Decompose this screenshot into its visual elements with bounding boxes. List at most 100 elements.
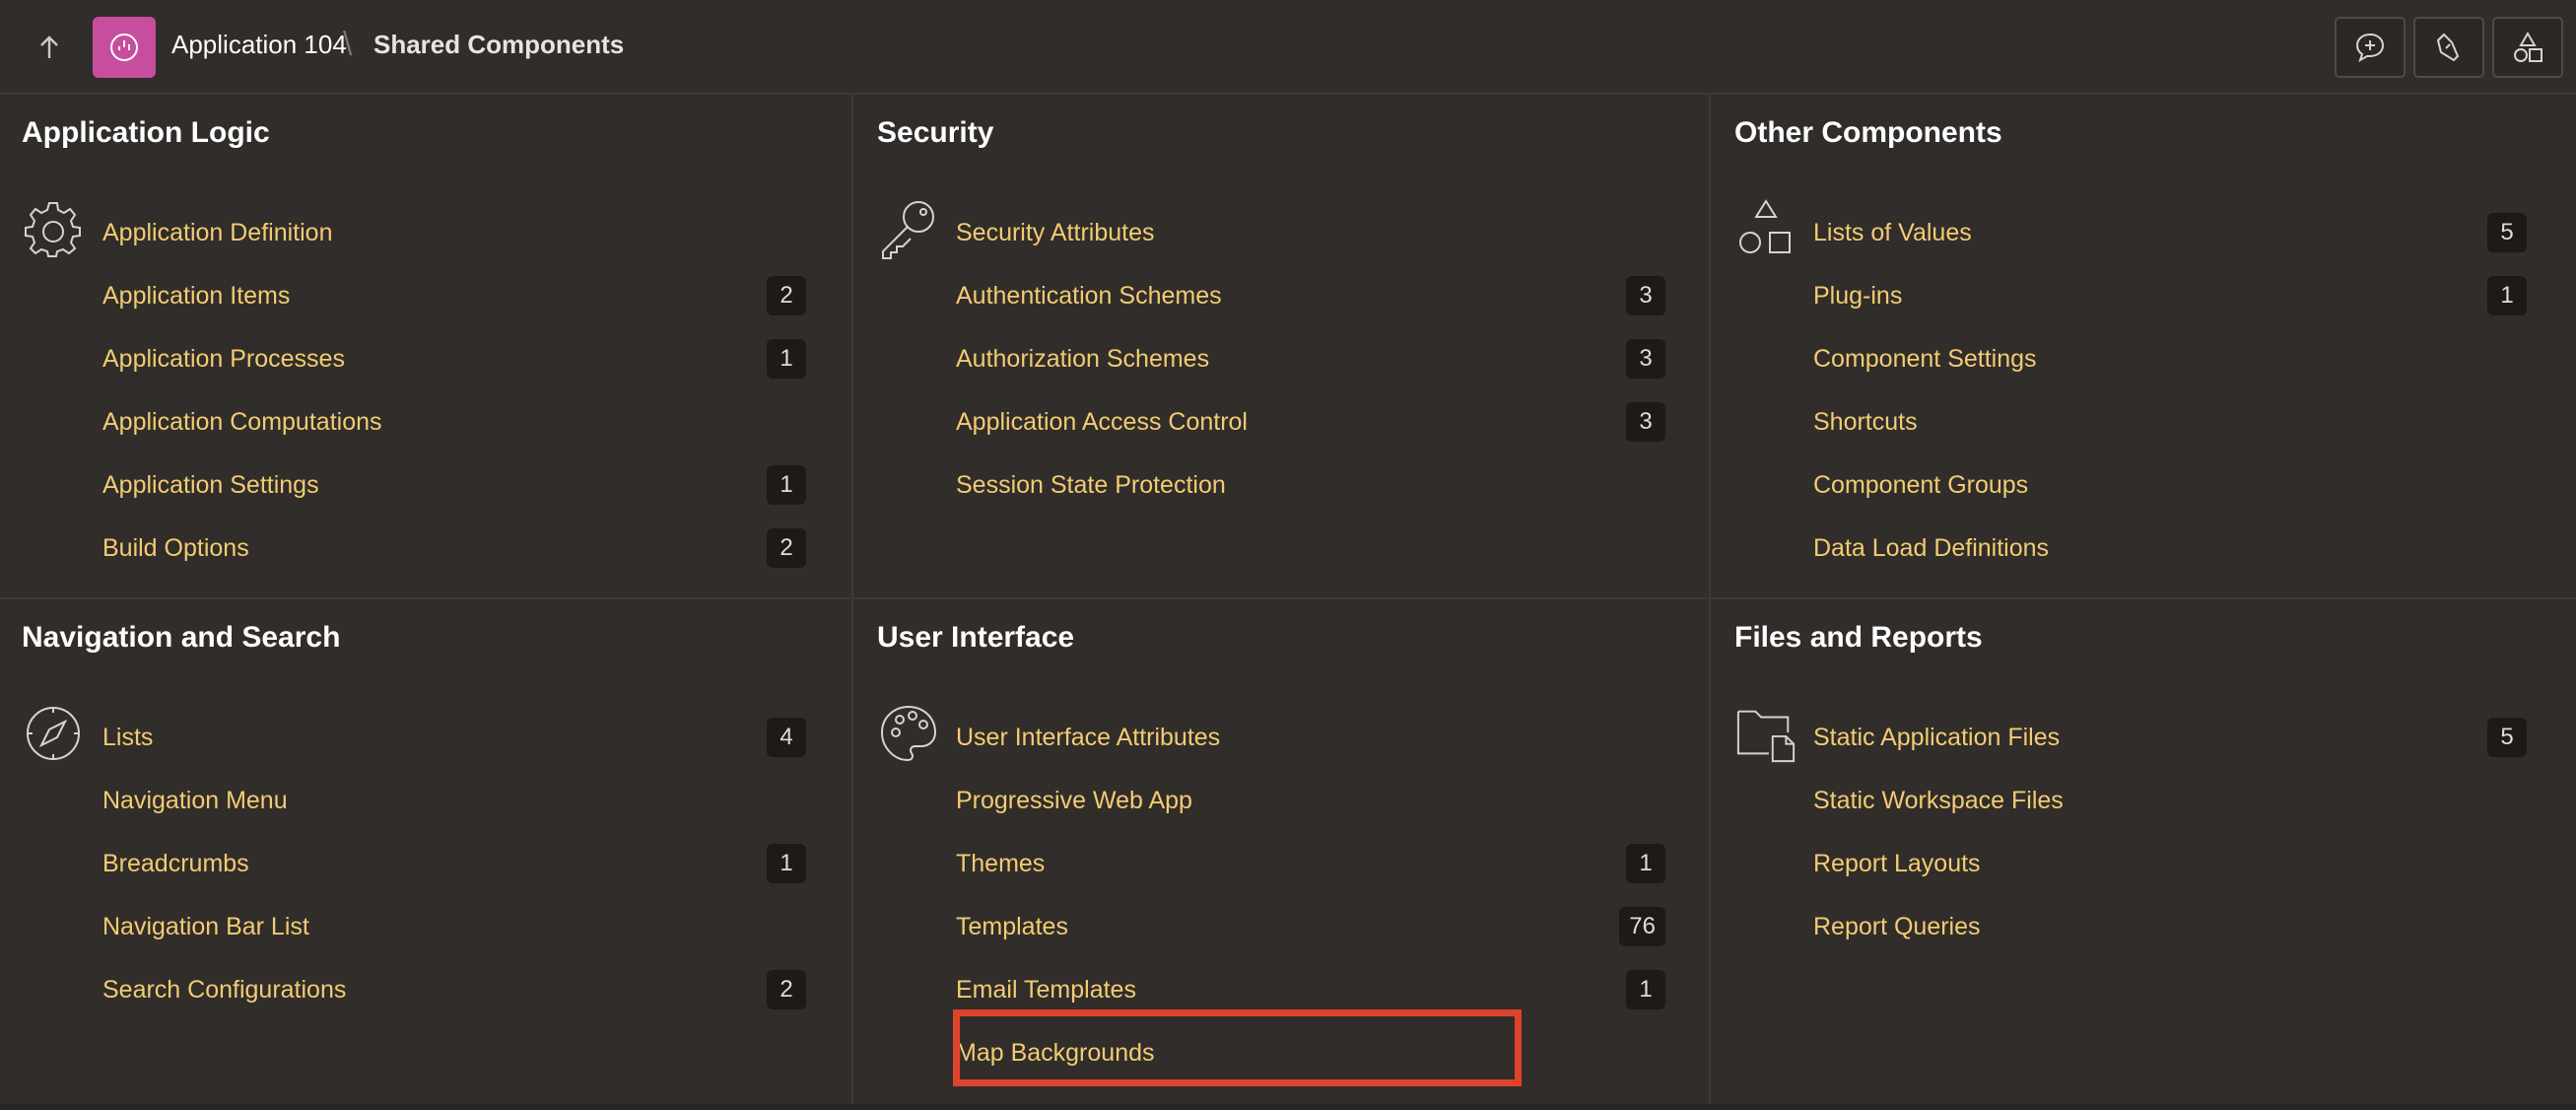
item-label: Authentication Schemes bbox=[956, 281, 1222, 310]
link-templates[interactable]: Templates 76 bbox=[956, 901, 1665, 952]
flashlight-icon bbox=[2436, 33, 2460, 62]
link-navigation-menu[interactable]: Navigation Menu bbox=[102, 775, 806, 826]
shapes-icon bbox=[1734, 197, 1797, 260]
link-themes[interactable]: Themes 1 bbox=[956, 838, 1665, 889]
item-label: Security Attributes bbox=[956, 218, 1155, 246]
count-badge: 1 bbox=[2487, 276, 2527, 315]
link-authentication-schemes[interactable]: Authentication Schemes 3 bbox=[956, 270, 1665, 321]
link-email-templates[interactable]: Email Templates 1 bbox=[956, 964, 1665, 1015]
item-label: Themes bbox=[956, 849, 1046, 877]
item-label: Report Queries bbox=[1813, 912, 1981, 940]
item-label: Email Templates bbox=[956, 975, 1136, 1004]
panel-navigation-search: Navigation and Search Lists 4 Navigation… bbox=[0, 599, 853, 1104]
panel-title: Application Logic bbox=[22, 116, 270, 149]
count-badge: 5 bbox=[2487, 213, 2527, 252]
count-badge: 5 bbox=[2487, 718, 2527, 757]
item-label: Application Settings bbox=[102, 470, 319, 499]
link-breadcrumbs[interactable]: Breadcrumbs 1 bbox=[102, 838, 806, 889]
app-icon-badge[interactable] bbox=[93, 17, 156, 78]
link-application-definition[interactable]: Application Definition bbox=[102, 207, 806, 258]
link-shortcuts[interactable]: Shortcuts bbox=[1813, 396, 2527, 448]
link-report-layouts[interactable]: Report Layouts bbox=[1813, 838, 2527, 889]
link-component-settings[interactable]: Component Settings bbox=[1813, 333, 2527, 384]
link-navigation-bar-list[interactable]: Navigation Bar List bbox=[102, 901, 806, 952]
count-badge: 3 bbox=[1626, 339, 1665, 379]
item-label: Application Computations bbox=[102, 407, 382, 436]
link-progressive-web-app[interactable]: Progressive Web App bbox=[956, 775, 1665, 826]
item-label: Session State Protection bbox=[956, 470, 1226, 499]
map-backgrounds-highlight-box bbox=[953, 1009, 1522, 1086]
item-label: Navigation Menu bbox=[102, 786, 288, 814]
count-badge: 76 bbox=[1619, 907, 1665, 946]
panel-title: Navigation and Search bbox=[22, 621, 341, 654]
comment-add-icon bbox=[2355, 33, 2385, 63]
count-badge: 1 bbox=[767, 844, 806, 883]
highlight-button[interactable] bbox=[2413, 17, 2484, 78]
link-lists[interactable]: Lists 4 bbox=[102, 712, 806, 763]
link-search-configurations[interactable]: Search Configurations 2 bbox=[102, 964, 806, 1015]
feedback-button[interactable] bbox=[2335, 17, 2406, 78]
item-label: Authorization Schemes bbox=[956, 344, 1210, 373]
item-label: Application Definition bbox=[102, 218, 333, 246]
panel-other-components: Other Components Lists of Values 5 Plug-… bbox=[1711, 95, 2576, 599]
count-badge: 2 bbox=[767, 528, 806, 568]
item-label: Search Configurations bbox=[102, 975, 347, 1004]
item-label: Static Application Files bbox=[1813, 723, 2061, 751]
link-report-queries[interactable]: Report Queries bbox=[1813, 901, 2527, 952]
item-label: Application Items bbox=[102, 281, 291, 310]
item-label: Application Access Control bbox=[956, 407, 1248, 436]
item-label: Lists bbox=[102, 723, 154, 751]
item-label: Lists of Values bbox=[1813, 218, 1972, 246]
item-label: Static Workspace Files bbox=[1813, 786, 2064, 814]
navigate-up-button[interactable] bbox=[22, 24, 77, 71]
breadcrumb-current-page: Shared Components bbox=[373, 30, 625, 59]
item-label: Progressive Web App bbox=[956, 786, 1192, 814]
link-plug-ins[interactable]: Plug-ins 1 bbox=[1813, 270, 2527, 321]
panel-security: Security Security Attributes Authenticat… bbox=[853, 95, 1711, 599]
compass-icon bbox=[22, 702, 85, 765]
count-badge: 1 bbox=[1626, 970, 1665, 1009]
item-label: Plug-ins bbox=[1813, 281, 1903, 310]
link-application-settings[interactable]: Application Settings 1 bbox=[102, 459, 806, 511]
item-label: Component Groups bbox=[1813, 470, 2029, 499]
link-application-computations[interactable]: Application Computations bbox=[102, 396, 806, 448]
arrow-up-icon bbox=[40, 35, 58, 58]
item-label: User Interface Attributes bbox=[956, 723, 1221, 751]
link-static-application-files[interactable]: Static Application Files 5 bbox=[1813, 712, 2527, 763]
top-bar: Application 104 \ Shared Components bbox=[0, 0, 2576, 95]
count-badge: 2 bbox=[767, 276, 806, 315]
link-application-items[interactable]: Application Items 2 bbox=[102, 270, 806, 321]
gear-icon bbox=[22, 197, 85, 260]
item-label: Build Options bbox=[102, 533, 249, 562]
link-security-attributes[interactable]: Security Attributes bbox=[956, 207, 1665, 258]
count-badge: 1 bbox=[767, 465, 806, 505]
link-application-processes[interactable]: Application Processes 1 bbox=[102, 333, 806, 384]
link-build-options[interactable]: Build Options 2 bbox=[102, 522, 806, 574]
link-authorization-schemes[interactable]: Authorization Schemes 3 bbox=[956, 333, 1665, 384]
link-session-state-protection[interactable]: Session State Protection bbox=[956, 459, 1665, 511]
folder-file-icon bbox=[1734, 702, 1797, 765]
count-badge: 1 bbox=[1626, 844, 1665, 883]
panel-title: Security bbox=[877, 116, 994, 149]
item-label: Templates bbox=[956, 912, 1068, 940]
link-component-groups[interactable]: Component Groups bbox=[1813, 459, 2527, 511]
breadcrumb-separator: \ bbox=[343, 26, 353, 63]
link-user-interface-attributes[interactable]: User Interface Attributes bbox=[956, 712, 1665, 763]
panel-title: Other Components bbox=[1734, 116, 2002, 149]
item-label: Navigation Bar List bbox=[102, 912, 309, 940]
item-label: Component Settings bbox=[1813, 344, 2037, 373]
count-badge: 3 bbox=[1626, 276, 1665, 315]
gauge-icon bbox=[110, 34, 138, 61]
link-static-workspace-files[interactable]: Static Workspace Files bbox=[1813, 775, 2527, 826]
shared-components-button[interactable] bbox=[2492, 17, 2563, 78]
link-lists-of-values[interactable]: Lists of Values 5 bbox=[1813, 207, 2527, 258]
panel-files-reports: Files and Reports Static Application Fil… bbox=[1711, 599, 2576, 1104]
panel-application-logic: Application Logic Application Definition… bbox=[0, 95, 853, 599]
count-badge: 1 bbox=[767, 339, 806, 379]
link-data-load-definitions[interactable]: Data Load Definitions bbox=[1813, 522, 2527, 574]
palette-icon bbox=[877, 702, 940, 765]
item-label: Breadcrumbs bbox=[102, 849, 249, 877]
breadcrumb-application[interactable]: Application 104 bbox=[171, 30, 347, 60]
link-application-access-control[interactable]: Application Access Control 3 bbox=[956, 396, 1665, 448]
item-label: Data Load Definitions bbox=[1813, 533, 2050, 562]
